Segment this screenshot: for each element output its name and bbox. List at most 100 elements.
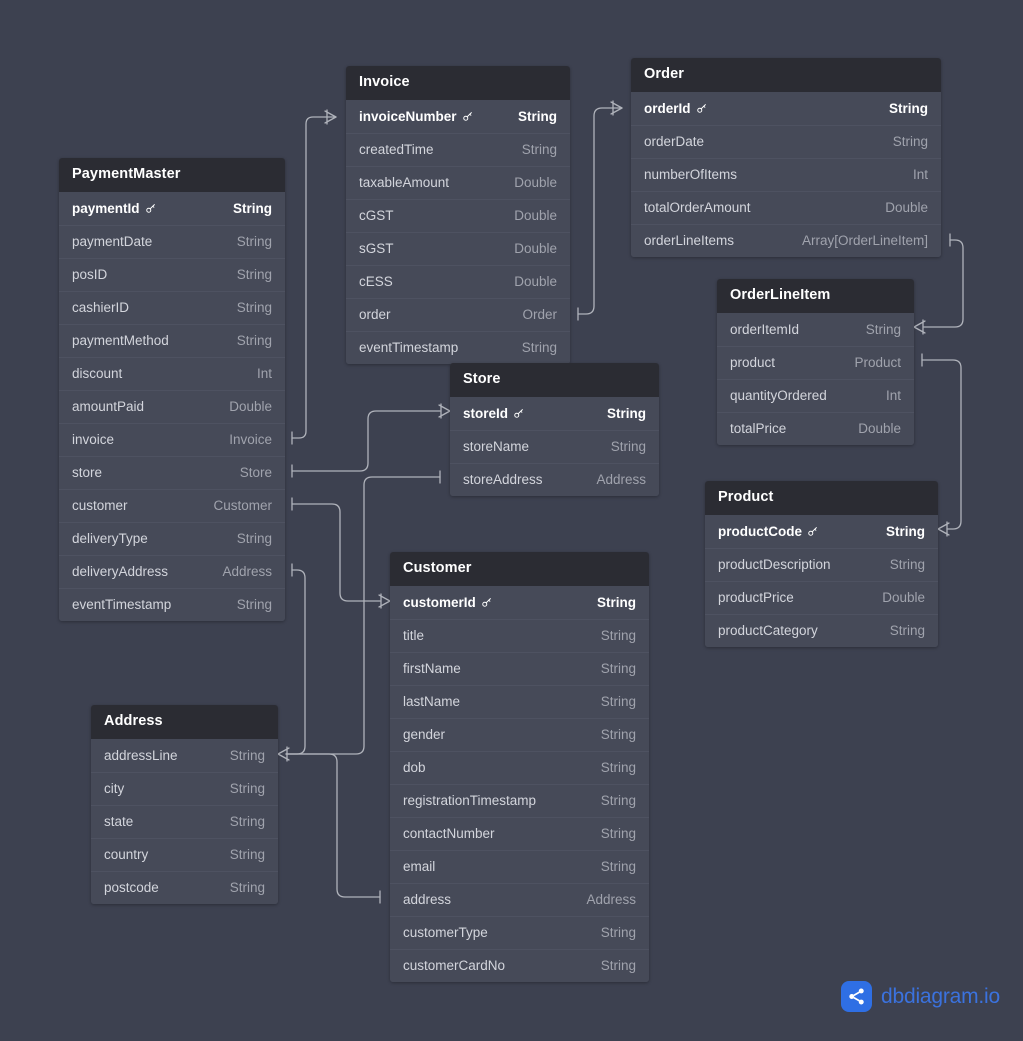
field-row[interactable]: addressLine String [91,739,278,772]
field-type: String [889,623,925,638]
field-name: paymentDate [72,234,153,249]
field-name-wrap: customerCardNo [403,958,505,973]
field-row[interactable]: address Address [390,882,649,916]
field-row[interactable]: eventTimestamp String [346,330,570,364]
field-row[interactable]: customerId String [390,586,649,619]
field-name-wrap: customer [72,498,128,513]
table-title[interactable]: Customer [390,552,649,586]
field-row[interactable]: sGST Double [346,231,570,265]
field-row[interactable]: numberOfItems Int [631,157,941,191]
field-name-wrap: gender [403,727,445,742]
table-invoice[interactable]: Invoice invoiceNumber String createdTime Str… [346,66,570,364]
field-row[interactable]: order Order [346,297,570,331]
field-row[interactable]: gender String [390,717,649,751]
table-title[interactable]: Invoice [346,66,570,100]
field-row[interactable]: createdTime String [346,132,570,166]
field-name-wrap: paymentDate [72,234,152,249]
field-row[interactable]: dob String [390,750,649,784]
field-row[interactable]: orderLineItems Array[OrderLineItem] [631,223,941,257]
field-type: String [610,439,646,454]
field-name: productCode [718,523,802,539]
field-row[interactable]: deliveryType String [59,521,285,555]
field-row[interactable]: productDescription String [705,547,938,581]
field-row[interactable]: quantityOrdered Int [717,378,914,412]
field-row[interactable]: deliveryAddress Address [59,554,285,588]
field-row[interactable]: state String [91,804,278,838]
link-paymentmaster-store [291,410,441,472]
table-title[interactable]: OrderLineItem [717,279,914,313]
field-type: Store [239,465,272,480]
field-row[interactable]: storeId String [450,397,659,430]
field-row[interactable]: postcode String [91,870,278,904]
field-row[interactable]: storeName String [450,429,659,463]
table-title[interactable]: Order [631,58,941,92]
field-name-wrap: totalOrderAmount [644,200,751,215]
table-product[interactable]: Product productCode String productDescripti… [705,481,938,647]
field-row[interactable]: customerCardNo String [390,948,649,982]
table-orderlineitem[interactable]: OrderLineItem orderItemId String product Pro… [717,279,914,445]
table-title[interactable]: Store [450,363,659,397]
field-row[interactable]: customerType String [390,915,649,949]
field-row[interactable]: cESS Double [346,264,570,298]
field-name: country [104,847,149,862]
field-row[interactable]: productPrice Double [705,580,938,614]
field-row[interactable]: paymentMethod String [59,323,285,357]
field-row[interactable]: eventTimestamp String [59,587,285,621]
field-row[interactable]: amountPaid Double [59,389,285,423]
field-name-wrap: sGST [359,241,394,256]
field-name: deliveryAddress [72,564,169,579]
field-row[interactable]: invoice Invoice [59,422,285,456]
table-store[interactable]: Store storeId String storeName String storeAd… [450,363,659,496]
field-row[interactable]: country String [91,837,278,871]
field-row[interactable]: lastName String [390,684,649,718]
table-paymentmaster[interactable]: PaymentMaster paymentId String paymentDate S… [59,158,285,621]
field-type: Array[OrderLineItem] [801,233,928,248]
field-type: String [236,531,272,546]
field-type: String [229,880,265,895]
table-fields: paymentId String paymentDate String posID Str… [59,191,285,621]
field-row[interactable]: paymentDate String [59,224,285,258]
field-row[interactable]: productCode String [705,515,938,548]
table-address[interactable]: Address addressLine String city String state S… [91,705,278,904]
field-row[interactable]: totalOrderAmount Double [631,190,941,224]
table-customer[interactable]: Customer customerId String title String first… [390,552,649,982]
table-order[interactable]: Order orderId String orderDate String numberO… [631,58,941,257]
field-row[interactable]: customer Customer [59,488,285,522]
field-row[interactable]: discount Int [59,356,285,390]
field-row[interactable]: product Product [717,345,914,379]
field-row[interactable]: posID String [59,257,285,291]
field-name-wrap: quantityOrdered [730,388,827,403]
field-name: paymentId [72,200,140,216]
diagram-canvas[interactable]: PaymentMaster paymentId String paymentDate S… [0,0,1023,1041]
field-row[interactable]: email String [390,849,649,883]
field-type: String [600,760,636,775]
field-row[interactable]: taxableAmount Double [346,165,570,199]
field-row[interactable]: orderId String [631,92,941,125]
field-row[interactable]: storeAddress Address [450,462,659,496]
field-row[interactable]: productCategory String [705,613,938,647]
field-row[interactable]: registrationTimestamp String [390,783,649,817]
field-row[interactable]: orderDate String [631,124,941,158]
field-row[interactable]: contactNumber String [390,816,649,850]
link-customer-address [285,753,381,898]
dbdiagram-brand[interactable]: dbdiagram.io [841,981,1000,1012]
field-name-wrap: productPrice [718,590,794,605]
field-row[interactable]: cGST Double [346,198,570,232]
field-row[interactable]: totalPrice Double [717,411,914,445]
link-invoice-order [577,107,623,315]
field-row[interactable]: title String [390,618,649,652]
field-row[interactable]: firstName String [390,651,649,685]
field-name-wrap: product [730,355,775,370]
field-row[interactable]: cashierID String [59,290,285,324]
field-name: amountPaid [72,399,145,414]
field-row[interactable]: store Store [59,455,285,489]
field-row[interactable]: city String [91,771,278,805]
field-type: Double [858,421,901,436]
field-row[interactable]: paymentId String [59,192,285,225]
table-title[interactable]: Address [91,705,278,739]
primary-key-icon [513,408,524,419]
table-title[interactable]: Product [705,481,938,515]
field-row[interactable]: invoiceNumber String [346,100,570,133]
field-row[interactable]: orderItemId String [717,313,914,346]
table-title[interactable]: PaymentMaster [59,158,285,192]
